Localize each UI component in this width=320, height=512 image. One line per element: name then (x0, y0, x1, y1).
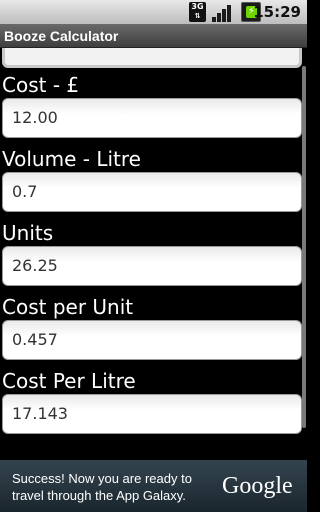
vertical-scrollbar[interactable] (302, 66, 306, 428)
volume-label: Volume - Litre (2, 147, 141, 171)
title-bar: Booze Calculator (0, 24, 307, 48)
cost-per-litre-input[interactable]: 17.143 (2, 394, 302, 434)
status-bar: 3G ⇅ ⚡ 15:29 (0, 0, 307, 24)
network-3g-icon: 3G ⇅ (189, 2, 206, 22)
ad-message: Success! Now you are ready to travel thr… (12, 471, 192, 503)
units-input[interactable]: 26.25 (2, 246, 302, 286)
cost-input[interactable]: 12.00 (2, 98, 302, 138)
data-arrows-icon: ⇅ (194, 12, 201, 20)
calculator-form[interactable]: Cost - £ 12.00 Volume - Litre 0.7 Units … (0, 48, 307, 460)
cost-label: Cost - £ (2, 73, 80, 97)
units-label: Units (2, 221, 54, 245)
app-title: Booze Calculator (4, 28, 119, 44)
cost-per-unit-label: Cost per Unit (2, 295, 134, 319)
previous-field-input[interactable] (2, 48, 302, 68)
network-type: 3G (191, 2, 204, 11)
cost-per-litre-label: Cost Per Litre (2, 369, 136, 393)
cost-per-unit-input[interactable]: 0.457 (2, 320, 302, 360)
ad-banner[interactable]: Success! Now you are ready to travel thr… (0, 460, 307, 512)
signal-strength-icon (212, 2, 234, 22)
volume-input[interactable]: 0.7 (2, 172, 302, 212)
google-logo: Google (222, 473, 293, 499)
status-clock: 15:29 (253, 3, 301, 21)
